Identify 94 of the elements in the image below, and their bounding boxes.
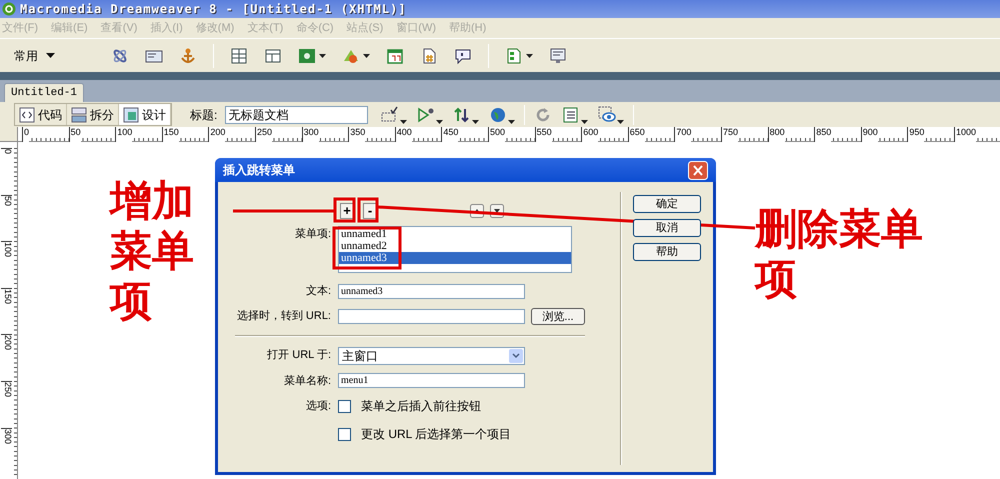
menu-items-list[interactable]: unnamed1 unnamed2 unnamed3: [338, 226, 572, 273]
checkbox[interactable]: [338, 400, 351, 412]
browse-button[interactable]: 浏览...: [531, 308, 585, 324]
annotation-box: [358, 198, 378, 222]
caret-icon[interactable]: [46, 53, 55, 58]
caret-icon[interactable]: [436, 120, 444, 124]
annotation-text: 增加菜单项: [110, 176, 195, 326]
dialog-button[interactable]: 取消: [633, 219, 701, 237]
dialog-button[interactable]: 确定: [633, 195, 701, 213]
dropdown[interactable]: 主窗口: [338, 346, 525, 364]
globe-icon[interactable]: [489, 106, 508, 124]
ruler-label: 900: [860, 127, 878, 142]
play-icon[interactable]: [417, 106, 436, 124]
picture-icon[interactable]: [298, 46, 316, 64]
ruler-label: 100: [1, 241, 12, 258]
up-down-arrows-icon[interactable]: [453, 106, 472, 124]
ruler-label: 100: [115, 127, 132, 142]
ruler-label: 1000: [954, 127, 976, 142]
text-field[interactable]: unnamed3: [338, 284, 525, 299]
text-field[interactable]: [338, 308, 525, 324]
ruler-label: 50: [1, 194, 12, 206]
category-dropdown[interactable]: 常用: [14, 46, 55, 64]
list-item[interactable]: unnamed3: [339, 252, 571, 264]
document-tab[interactable]: Untitled-1: [4, 83, 84, 102]
ruler-label: 500: [488, 127, 506, 142]
page-icon[interactable]: [505, 46, 523, 64]
monitor-icon[interactable]: [549, 46, 567, 64]
list-button[interactable]: -: [363, 203, 377, 219]
table-icon[interactable]: [230, 46, 248, 64]
title-label: 标题:: [190, 106, 218, 124]
ruler-label: 750: [721, 127, 738, 142]
ruler-label: 300: [302, 127, 319, 142]
ruler-label: 650: [628, 127, 645, 142]
list-item[interactable]: unnamed1: [339, 228, 571, 240]
validate-icon[interactable]: [381, 106, 400, 124]
title-field[interactable]: 无标题文档: [225, 106, 368, 124]
ruler-label: 600: [581, 127, 598, 142]
dialog-title: 插入跳转菜单: [223, 162, 295, 179]
field-label: 菜单项:: [294, 227, 332, 242]
ruler-label: 0: [1, 148, 12, 154]
field-label: 菜单名称:: [282, 374, 332, 388]
ruler-label: 850: [814, 127, 832, 142]
window-title: Macromedia Dreamweaver 8 - [Untitled-1 (XHTML)]: [20, 1, 407, 18]
split-view-icon: [71, 106, 87, 122]
caret-icon[interactable]: [400, 120, 408, 124]
ruler-label: 0: [22, 127, 30, 142]
ruler-label: 150: [1, 288, 12, 304]
checkbox-label: 更改 URL 后选择第一个项目: [361, 426, 512, 443]
field-label: 文本:: [304, 284, 332, 299]
chain-icon[interactable]: [111, 46, 129, 64]
ruler-label: 400: [394, 127, 412, 142]
ruler-label: 50: [68, 127, 81, 142]
ruler-label: 350: [348, 127, 366, 142]
ruler-label: 550: [534, 127, 552, 142]
annotation-box: [332, 226, 402, 270]
caret-icon[interactable]: [472, 120, 480, 124]
ruler-label: 250: [1, 381, 12, 398]
field-label: 选择时，转到 URL:: [236, 308, 332, 324]
ruler-label: 150: [162, 127, 179, 142]
list-button[interactable]: +: [340, 203, 354, 219]
checkbox[interactable]: [338, 428, 351, 440]
close-icon[interactable]: [688, 160, 708, 180]
caret-icon[interactable]: [617, 120, 624, 124]
eye-icon[interactable]: [598, 106, 616, 124]
view-button[interactable]: 设计: [119, 104, 171, 125]
speech-bubble-icon[interactable]: [454, 46, 472, 64]
field-label: 打开 URL 于:: [266, 348, 332, 364]
code-icon: [19, 106, 35, 122]
list-icon[interactable]: [562, 106, 580, 124]
caret-icon[interactable]: [581, 120, 588, 124]
layout-icon[interactable]: [264, 46, 282, 64]
calendar-icon[interactable]: [386, 46, 404, 64]
caret-icon[interactable]: [363, 54, 370, 58]
ruler-label: 250: [255, 127, 272, 142]
anchor-icon[interactable]: [179, 46, 197, 64]
ruler-label: 300: [1, 428, 12, 444]
annotation-text: 删除菜单项: [755, 204, 924, 304]
caret-icon[interactable]: [508, 120, 516, 124]
text-field[interactable]: menu1: [338, 373, 525, 388]
design-view-icon: [123, 106, 139, 122]
ruler-label: 800: [768, 127, 785, 142]
caret-icon[interactable]: [319, 54, 326, 58]
ruler-label: 200: [208, 127, 226, 142]
ruler-label: 200: [1, 334, 12, 350]
list-item[interactable]: unnamed2: [339, 240, 571, 252]
field-label: 选项:: [304, 398, 332, 414]
ruler-label: 700: [674, 127, 692, 142]
checkbox-label: 菜单之后插入前往按钮: [361, 398, 481, 415]
caret-icon[interactable]: [526, 54, 533, 58]
dialog-button[interactable]: 帮助: [633, 243, 701, 261]
ruler-label: 950: [907, 127, 924, 142]
ruler-label: 450: [441, 127, 458, 142]
logo-icon: [2, 2, 16, 16]
annotation-box: [334, 198, 356, 222]
